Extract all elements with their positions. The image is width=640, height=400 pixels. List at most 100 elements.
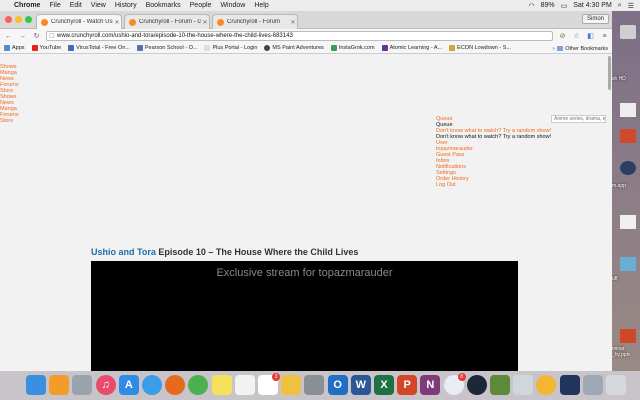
site-nav: Shows Manga News Forums Store Shows News…: [0, 64, 19, 124]
calendar-icon[interactable]: 3: [258, 373, 280, 395]
tab-strip: Crunchyroll - Watch Ushio... ✕ Crunchyro…: [0, 11, 612, 29]
reload-icon[interactable]: ↻: [32, 32, 41, 41]
steam-icon[interactable]: [466, 375, 487, 395]
powerpoint-icon[interactable]: P: [397, 375, 418, 395]
bookmark-label: Other Bookmarks: [565, 45, 608, 52]
bookmark-star-icon[interactable]: ☆: [572, 32, 581, 41]
close-tab-icon[interactable]: ✕: [113, 19, 121, 26]
firefox-icon[interactable]: [165, 375, 186, 395]
outlook-icon[interactable]: O: [327, 375, 348, 395]
bookmark-youtube[interactable]: YouTube: [31, 45, 61, 51]
bookmark-atomic-learning[interactable]: Atomic Learning - A...: [381, 45, 442, 51]
chart-file-icon[interactable]: [620, 129, 636, 143]
menu-people[interactable]: People: [190, 2, 212, 9]
back-arrow-icon[interactable]: ←: [4, 32, 13, 41]
finder-icon[interactable]: [26, 375, 46, 395]
extension-block-icon[interactable]: ⊘: [558, 32, 567, 41]
scrollbar-thumb[interactable]: [608, 56, 611, 90]
notes-icon[interactable]: [211, 375, 232, 395]
chevron-right-icon[interactable]: »: [552, 46, 555, 52]
itunes-glyph: ♫: [101, 379, 110, 391]
video-player[interactable]: Exclusive stream for topazmarauder: [91, 261, 518, 371]
bookmark-virustotal[interactable]: VirusTotal - Free On...: [68, 45, 130, 51]
itunes-alt-icon[interactable]: 8: [443, 373, 466, 395]
ibooks-icon[interactable]: [49, 375, 70, 395]
page-scrollbar[interactable]: [607, 54, 612, 371]
system-preferences-icon[interactable]: [304, 375, 325, 395]
chrome-window: Crunchyroll - Watch Ushio... ✕ Crunchyro…: [0, 11, 612, 371]
desktop-label-folder: uff: [612, 276, 618, 282]
tab-crunchyroll-forum[interactable]: Crunchyroll - Forum ✕: [212, 14, 298, 29]
eclipse-icon[interactable]: [559, 375, 580, 395]
menu-chrome[interactable]: Chrome: [14, 2, 40, 9]
search-icon[interactable]: ⌕: [618, 2, 622, 10]
episode-heading: Ushio and Tora Episode 10 – The House Wh…: [91, 247, 358, 257]
nav-store-link[interactable]: Store: [0, 118, 19, 124]
menu-bookmarks[interactable]: Bookmarks: [146, 2, 181, 9]
folder-icon[interactable]: [620, 257, 636, 271]
extension-icon[interactable]: ◧: [586, 32, 595, 41]
word-icon[interactable]: W: [350, 375, 371, 395]
chrome-icon[interactable]: [188, 375, 209, 395]
menu-list-icon[interactable]: ☰: [628, 2, 634, 10]
menu-edit[interactable]: Edit: [70, 2, 82, 9]
reminders-icon[interactable]: [234, 375, 255, 395]
excel-icon[interactable]: X: [374, 375, 394, 395]
safari-icon[interactable]: [142, 375, 162, 395]
menu-help[interactable]: Help: [254, 2, 268, 9]
virustotal-icon: [68, 45, 75, 51]
bookmark-econ-lowdown[interactable]: ECON Lowdown - S...: [449, 45, 511, 51]
bookmark-pearson[interactable]: Pearson School - O...: [136, 45, 197, 51]
drive-icon[interactable]: [620, 25, 636, 39]
excel-glyph: X: [380, 379, 388, 391]
mspa-icon: [264, 45, 271, 51]
browser-toolbar: ← → ↻ ▢ www.crunchyroll.com/ushio-and-to…: [0, 29, 612, 43]
show-title-link[interactable]: Ushio and Tora: [91, 247, 156, 257]
menu-window[interactable]: Window: [220, 2, 245, 9]
bookmark-plus-portal[interactable]: Plus Portal - Login: [204, 45, 257, 51]
preview-icon[interactable]: [513, 375, 534, 395]
address-bar[interactable]: ▢ www.crunchyroll.com/ushio-and-tora/epi…: [46, 31, 553, 41]
photos-icon[interactable]: [281, 375, 302, 395]
wifi-icon[interactable]: ◠: [529, 2, 535, 10]
chrome-canary-icon[interactable]: [536, 375, 557, 395]
downloads-icon[interactable]: [582, 375, 603, 395]
crunchyroll-favicon-icon: [129, 18, 136, 26]
zoom-window-button[interactable]: [25, 16, 32, 23]
page-info-icon[interactable]: ▢: [49, 32, 55, 41]
close-tab-icon[interactable]: ✕: [201, 19, 209, 26]
app-store-icon[interactable]: A: [118, 375, 139, 395]
onenote-icon[interactable]: N: [420, 375, 441, 395]
menu-history[interactable]: History: [115, 2, 137, 9]
menu-file[interactable]: File: [49, 2, 60, 9]
text-file-icon[interactable]: [620, 215, 636, 229]
forward-arrow-icon[interactable]: →: [18, 32, 27, 41]
file-icon[interactable]: [620, 103, 636, 117]
close-window-button[interactable]: [5, 16, 12, 23]
profile-button[interactable]: Simon: [581, 14, 609, 24]
atomic-learning-icon: [381, 45, 388, 51]
launchpad-icon[interactable]: [72, 375, 93, 395]
chrome-menu-icon[interactable]: ≡: [600, 32, 609, 41]
minecraft-icon[interactable]: [490, 375, 510, 395]
tab-crunchyroll-forum-gon[interactable]: Crunchyroll - Forum - Gon... ✕: [124, 14, 210, 29]
bookmark-instagrok[interactable]: InstaGrok.com: [330, 45, 375, 51]
battery-percent[interactable]: 89%: [541, 2, 555, 9]
site-search-input[interactable]: [551, 115, 606, 123]
pptx-icon[interactable]: [620, 329, 636, 343]
log-out-link[interactable]: Log Out: [436, 182, 551, 188]
trash-icon[interactable]: [606, 375, 626, 395]
bookmark-other[interactable]: » Other Bookmarks: [552, 43, 608, 54]
bookmark-apps[interactable]: Apps: [4, 45, 25, 51]
bookmark-ms-paint[interactable]: MS Paint Adventures: [264, 45, 324, 51]
econ-icon: [449, 45, 456, 51]
minimize-window-button[interactable]: [15, 16, 22, 23]
itunes-icon[interactable]: ♫: [95, 375, 116, 395]
app-icon[interactable]: [620, 161, 636, 175]
clock[interactable]: Sat 4:30 PM: [573, 2, 612, 9]
tab-crunchyroll-watch[interactable]: Crunchyroll - Watch Ushio... ✕: [36, 14, 122, 29]
close-tab-icon[interactable]: ✕: [289, 19, 297, 26]
battery-icon[interactable]: ▭: [561, 2, 568, 10]
menu-view[interactable]: View: [91, 2, 106, 9]
crunchyroll-favicon-icon: [41, 18, 48, 26]
